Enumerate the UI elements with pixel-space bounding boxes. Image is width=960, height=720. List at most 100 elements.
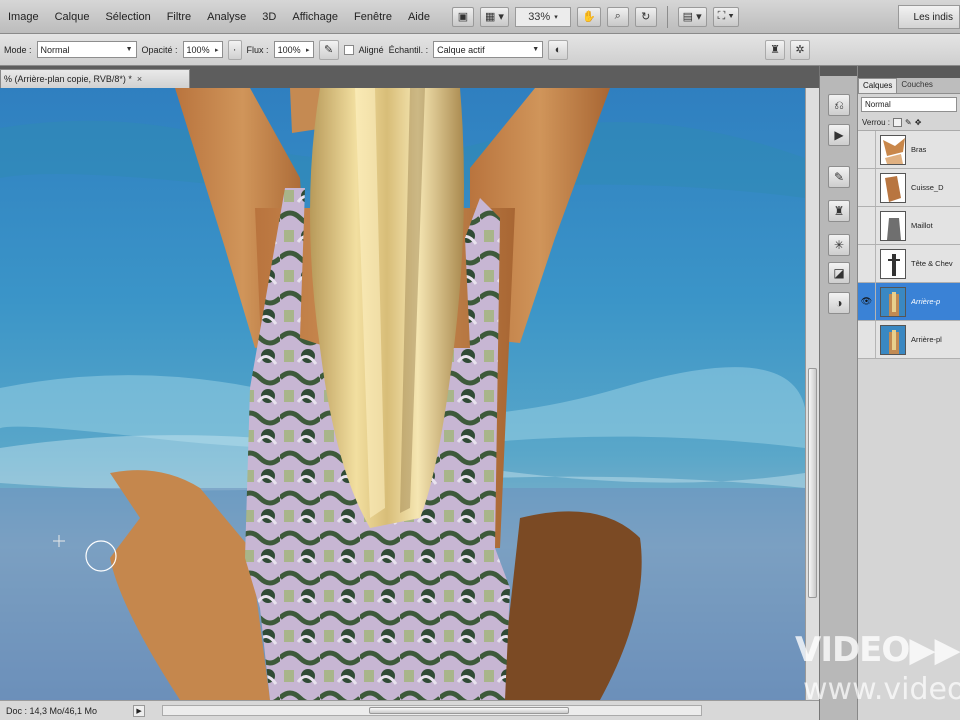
mode-select[interactable]: Normal ▼	[36, 41, 137, 58]
lock-transparency-button[interactable]	[893, 118, 903, 127]
menu-affichage[interactable]: Affichage	[284, 11, 346, 23]
flow-field[interactable]: 100% ▸	[273, 41, 314, 58]
opacity-pressure-toggle[interactable]: ·	[227, 39, 242, 60]
layers-panel: Calques Couches Normal Verrou : ✎ ✥ Bras…	[857, 66, 960, 720]
vertical-scrollbar-thumb[interactable]	[808, 368, 817, 598]
zoom-tool-button[interactable]: ⌕	[606, 6, 629, 27]
chevron-down-icon: ▾	[554, 13, 558, 21]
layer-visibility-toggle[interactable]	[858, 207, 876, 244]
horizontal-scrollbar[interactable]	[162, 705, 702, 716]
screen-mode-button[interactable]: ⛶ ▾	[712, 6, 739, 27]
layer-name: Tête & Chev	[911, 259, 953, 268]
menu-aide[interactable]: Aide	[400, 11, 438, 23]
options-bar: Mode : Normal ▼ Opacité : 100% ▸ · Flux : …	[0, 34, 960, 66]
sample-label: Échantil. :	[388, 44, 429, 55]
close-icon[interactable]: ×	[137, 74, 142, 84]
layer-thumbnail	[880, 134, 906, 165]
eye-icon: 👁	[860, 296, 873, 306]
chevron-down-icon: ▼	[532, 46, 540, 53]
layer-row[interactable]: Tête & Chev	[858, 245, 960, 283]
layer-thumbnail	[880, 210, 906, 241]
screen-mode-icon: ⛶ ▾	[717, 10, 734, 22]
zoom-level[interactable]: 33% ▾	[514, 6, 571, 27]
workspace-switcher[interactable]: Les indis	[898, 5, 960, 29]
application-bar-tools: ▣ ▦ ▾ 33% ▾ ✋ ⌕ ↻ ▤ ▾ ⛶ ▾	[451, 5, 739, 28]
separator	[666, 5, 668, 28]
tool-preset-icon: ✲	[795, 44, 805, 56]
horizontal-scrollbar-thumb[interactable]	[369, 707, 569, 714]
dock-history-button[interactable]: ⎌	[828, 94, 850, 116]
layer-row[interactable]: Maillot	[858, 207, 960, 245]
dock-info-button[interactable]: ◑	[828, 292, 850, 314]
layer-name: Bras	[911, 145, 927, 154]
tab-calques[interactable]: Calques	[858, 78, 898, 93]
bridge-button[interactable]: ▣	[451, 6, 474, 27]
rotate-view-button[interactable]: ↻	[634, 6, 657, 27]
brush-icon[interactable]: ✎	[905, 118, 912, 127]
layer-visibility-toggle[interactable]: 👁	[858, 283, 876, 320]
mode-label: Mode :	[4, 44, 32, 55]
aligned-checkbox[interactable]	[343, 44, 354, 55]
dock-actions-button[interactable]: ▶	[828, 124, 850, 146]
dock-clone-source-button[interactable]: ♜	[828, 200, 850, 222]
circle-half-icon: ◑	[835, 296, 843, 310]
vertical-scrollbar[interactable]	[805, 88, 819, 700]
airbrush-icon: ✎	[323, 44, 334, 56]
layer-thumbnail	[880, 248, 906, 279]
layer-row[interactable]: Arrière-pl	[858, 321, 960, 359]
layer-visibility-toggle[interactable]	[858, 131, 876, 168]
airbrush-button[interactable]: ✎	[318, 39, 339, 60]
rotate-icon: ↻	[641, 11, 651, 23]
sample-select[interactable]: Calque actif ▼	[433, 41, 544, 58]
chevron-right-icon: ▸	[215, 46, 219, 54]
document-tab[interactable]: % (Arrière-plan copie, RVB/8*) * ×	[0, 69, 190, 88]
lock-label: Verrou :	[862, 118, 891, 127]
opacity-label: Opacité :	[141, 44, 178, 55]
arrange-documents-button[interactable]: ▤ ▾	[677, 6, 707, 27]
layers-panel-tabs: Calques Couches	[858, 78, 960, 94]
ignore-adjustment-layers-button[interactable]: ◐	[548, 39, 569, 60]
tab-couches[interactable]: Couches	[897, 78, 937, 93]
chevron-right-icon: ▶	[136, 707, 142, 715]
pressure-icon: ·	[232, 43, 237, 56]
menu-calque[interactable]: Calque	[47, 11, 98, 23]
menu-3d[interactable]: 3D	[254, 11, 284, 23]
layer-thumbnail	[880, 172, 906, 203]
layer-name: Cuisse_D	[911, 183, 944, 192]
brush-panel-button[interactable]: ✲	[790, 39, 810, 60]
panel-dock: ⎌ ▶ ✎ ♜ ✳ ◪ ◑	[819, 66, 858, 720]
document-canvas[interactable]	[0, 88, 805, 700]
layer-visibility-toggle[interactable]	[858, 321, 876, 358]
layer-blend-mode-select[interactable]: Normal	[861, 97, 957, 112]
dock-adjustments-button[interactable]: ✳	[828, 234, 850, 256]
menu-analyse[interactable]: Analyse	[199, 11, 254, 23]
dock-masks-button[interactable]: ◪	[828, 262, 850, 284]
layout-icon: ▤ ▾	[682, 11, 702, 23]
menu-image[interactable]: Image	[0, 11, 47, 23]
layer-row[interactable]: Cuisse_D	[858, 169, 960, 207]
layer-name: Arrière-p	[911, 297, 941, 306]
hand-tool-button[interactable]: ✋	[576, 6, 601, 27]
photo-beach-woman	[0, 88, 805, 700]
hand-icon: ✋	[581, 11, 596, 23]
status-bar: Doc : 14,3 Mo/46,1 Mo ▶	[0, 700, 819, 720]
layer-row[interactable]: Bras	[858, 131, 960, 169]
lock-row: Verrou : ✎ ✥	[858, 115, 960, 131]
menu-filtre[interactable]: Filtre	[159, 11, 199, 23]
magnifier-icon: ⌕	[614, 10, 621, 22]
opacity-field[interactable]: 100% ▸	[182, 41, 223, 58]
view-extras-button[interactable]: ▦ ▾	[479, 6, 509, 27]
clone-source-panel-button[interactable]: ♜	[765, 39, 785, 60]
layer-name: Maillot	[911, 221, 933, 230]
move-icon[interactable]: ✥	[915, 118, 922, 127]
menu-selection[interactable]: Sélection	[97, 11, 158, 23]
status-menu-arrow[interactable]: ▶	[133, 704, 146, 717]
layer-visibility-toggle[interactable]	[858, 245, 876, 282]
mask-icon: ◪	[833, 266, 845, 280]
dock-styles-button[interactable]: ✎	[828, 166, 850, 188]
history-icon: ⎌	[834, 97, 844, 112]
stamp-icon: ♜	[833, 204, 845, 218]
layer-row-selected[interactable]: 👁 Arrière-p	[858, 283, 960, 321]
menu-fenetre[interactable]: Fenêtre	[346, 11, 400, 23]
layer-visibility-toggle[interactable]	[858, 169, 876, 206]
